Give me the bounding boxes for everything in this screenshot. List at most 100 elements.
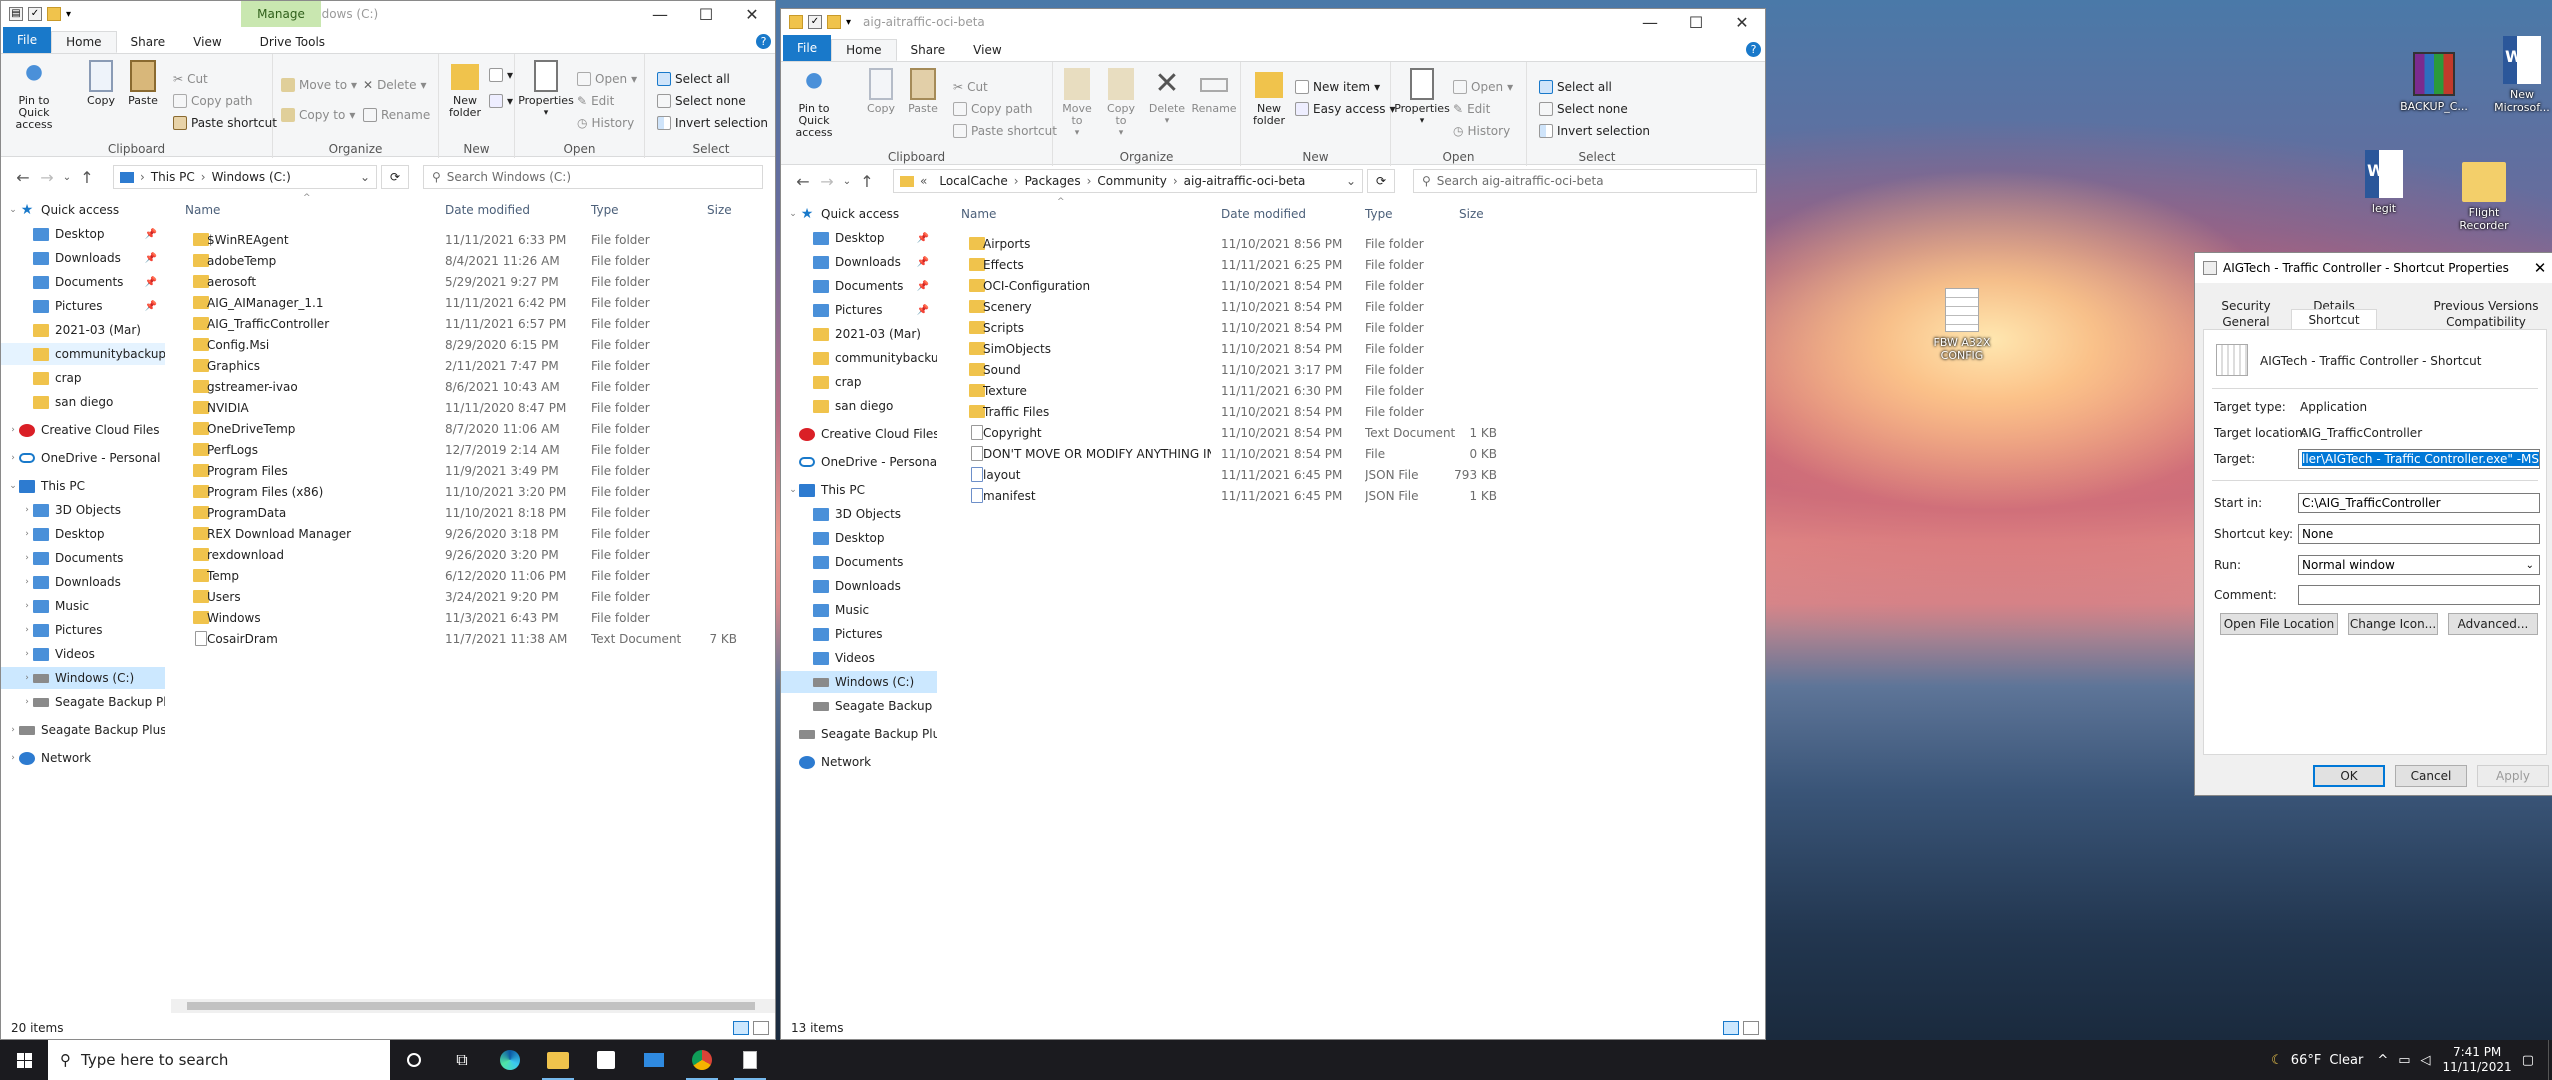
forward-arrow-icon[interactable]: → [815,172,839,191]
edit-button[interactable]: ✎ Edit [1453,102,1490,116]
nav-item-desktop[interactable]: Desktop 📌 [781,227,937,249]
nav-item-downloads[interactable]: Downloads [781,575,937,597]
cancel-button[interactable]: Cancel [2395,765,2467,787]
details-view-icon[interactable] [733,1021,749,1035]
nav-item-this-pc[interactable]: ⌄ This PC [781,479,937,501]
select-all-button[interactable]: Select all [657,72,730,86]
forward-arrow-icon[interactable]: → [35,168,59,187]
column-name[interactable]: Name [961,207,996,221]
nav-item-downloads[interactable]: › Downloads [1,571,165,593]
nav-item-quick-access[interactable]: ⌄ ★ Quick access [1,199,165,221]
scroll-thumb[interactable] [187,1002,755,1010]
copy-button[interactable]: Copy [861,68,901,115]
open-file-location-button[interactable]: Open File Location [2220,613,2338,635]
file-row-perflogs[interactable]: PerfLogs 12/7/2019 2:14 AM File folder [185,439,775,460]
open-button[interactable]: Open ▾ [577,72,637,86]
select-all-button[interactable]: Select all [1539,80,1612,94]
desktop-icon-fbw-config[interactable]: FBW A32X CONFIG [1924,288,2000,362]
nav-item-documents[interactable]: › Documents [1,547,165,569]
nav-item-crap[interactable]: crap [781,371,937,393]
paste-button[interactable]: Paste [123,60,163,107]
chevron-right-icon[interactable]: › [21,673,33,683]
nav-item-documents[interactable]: Documents [781,551,937,573]
new-folder-button[interactable]: New folder [1247,68,1291,127]
file-row-aig-aimanager-1-1[interactable]: AIG_AIManager_1.1 11/11/2021 6:42 PM File … [185,292,775,313]
nav-item-desktop[interactable]: › Desktop [1,523,165,545]
file-row-gstreamer-ivao[interactable]: gstreamer-ivao 8/6/2021 10:43 AM File fold… [185,376,775,397]
column-name[interactable]: Name [185,203,220,217]
chevron-right-icon[interactable]: › [21,553,33,563]
task-view-button[interactable]: ⧉ [438,1040,486,1080]
nav-item-3d-objects[interactable]: › 3D Objects [1,499,165,521]
new-folder-button[interactable]: New folder [443,60,487,119]
qat-dropdown-icon[interactable]: ▾ [846,17,851,28]
details-view-icon[interactable] [1723,1021,1739,1035]
file-row-cosairdram[interactable]: CosairDram 11/7/2021 11:38 AM Text Documen… [185,628,775,649]
file-row-effects[interactable]: Effects 11/11/2021 6:25 PM File folder [961,254,1581,275]
refresh-button[interactable]: ⟳ [1367,169,1395,193]
clock[interactable]: 7:41 PM 11/11/2021 [2443,1045,2512,1075]
nav-item-onedrive-personal[interactable]: › OneDrive - Personal [1,447,165,469]
tab-share[interactable]: Share [117,31,180,53]
maximize-icon[interactable]: ☐ [1673,9,1719,35]
nav-item-creative-cloud-files[interactable]: Creative Cloud Files [781,423,937,445]
address-bar[interactable]: « LocalCache › Packages › Community › ai… [893,169,1363,193]
nav-item-2021-03-mar[interactable]: 2021-03 (Mar) [1,319,165,341]
network-icon[interactable]: ▭ [2398,1053,2410,1068]
new-folder-qat-icon[interactable] [47,7,61,21]
tray-overflow-icon[interactable]: ^ [2377,1053,2388,1068]
file-row-rexdownload[interactable]: rexdownload 9/26/2020 3:20 PM File folder [185,544,775,565]
rename-button[interactable]: Rename [363,108,430,122]
mail-button[interactable] [630,1040,678,1080]
nav-item-seagate-backup-plus[interactable]: Seagate Backup Plus [781,723,937,745]
file-row-nvidia[interactable]: NVIDIA 11/11/2020 8:47 PM File folder [185,397,775,418]
shortcut-key-field[interactable]: None [2298,524,2540,544]
chevron-right-icon[interactable]: › [7,725,19,735]
nav-item-documents[interactable]: Documents 📌 [1,271,165,293]
nav-item-desktop[interactable]: Desktop [781,527,937,549]
weather-desc[interactable]: Clear [2329,1053,2363,1068]
file-row-users[interactable]: Users 3/24/2021 9:20 PM File folder [185,586,775,607]
address-dropdown-icon[interactable]: ⌄ [1346,174,1356,188]
nav-item-seagate-backup-plu[interactable]: Seagate Backup Plu [781,695,937,717]
help-icon[interactable]: ? [1746,42,1761,57]
copy-path-button[interactable]: Copy path [953,102,1033,116]
paste-shortcut-button[interactable]: Paste shortcut [173,116,277,130]
rename-button[interactable]: Rename [1191,68,1237,115]
new-item-button[interactable]: ▾ [489,68,513,82]
start-button[interactable] [0,1040,48,1080]
breadcrumb-overflow[interactable]: « [920,174,927,188]
close-icon[interactable]: ✕ [2525,253,2552,283]
tab-drive-tools[interactable]: Drive Tools [246,31,339,53]
chevron-down-icon[interactable]: ⌄ [7,205,19,215]
breadcrumb-community[interactable]: Community [1097,174,1166,188]
file-row-texture[interactable]: Texture 11/11/2021 6:30 PM File folder [961,380,1581,401]
close-icon[interactable]: ✕ [1719,9,1765,35]
chevron-right-icon[interactable]: › [7,425,19,435]
file-row-manifest[interactable]: manifest 11/11/2021 6:45 PM JSON File 1 KB [961,485,1581,506]
cut-button[interactable]: ✂ Cut [953,80,988,94]
chevron-right-icon[interactable]: › [21,649,33,659]
file-explorer-button[interactable] [534,1040,582,1080]
move-to-button[interactable]: Move to ▾ [1057,68,1097,139]
chevron-down-icon[interactable]: ⌄ [7,481,19,491]
breadcrumb-aig-aitraffic[interactable]: aig-aitraffic-oci-beta [1184,174,1306,188]
large-icons-view-icon[interactable] [753,1021,769,1035]
file-row-winreagent[interactable]: $WinREAgent 11/11/2021 6:33 PM File folder [185,229,775,250]
chevron-right-icon[interactable]: › [21,505,33,515]
file-row-simobjects[interactable]: SimObjects 11/10/2021 8:54 PM File folder [961,338,1581,359]
minimize-icon[interactable]: — [1627,9,1673,35]
refresh-button[interactable]: ⟳ [381,165,409,189]
edge-button[interactable] [486,1040,534,1080]
nav-item-pictures[interactable]: Pictures [781,623,937,645]
chevron-right-icon[interactable]: › [21,697,33,707]
desktop-icon-backup[interactable]: BACKUP_C... [2396,52,2472,113]
nav-item-music[interactable]: › Music [1,595,165,617]
nav-item-creative-cloud-files[interactable]: › Creative Cloud Files [1,419,165,441]
history-button[interactable]: ◷ History [577,116,634,130]
nav-item-windows-c[interactable]: › Windows (C:) [1,667,165,689]
up-arrow-icon[interactable]: ↑ [75,168,99,187]
file-row-rex-download-manager[interactable]: REX Download Manager 9/26/2020 3:18 PM Fil… [185,523,775,544]
column-type[interactable]: Type [591,203,619,217]
file-row-traffic-files[interactable]: Traffic Files 11/10/2021 8:54 PM File fold… [961,401,1581,422]
